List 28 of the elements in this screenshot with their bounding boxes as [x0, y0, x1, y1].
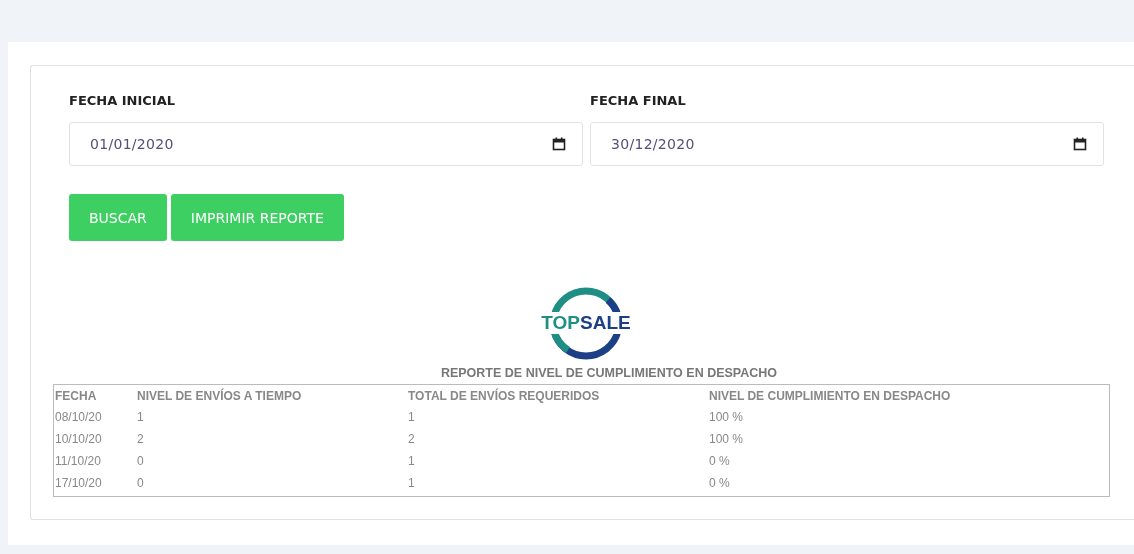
table-cell-text: 10/10/20 [54, 431, 103, 448]
table-cell-text: 1 [407, 475, 416, 492]
table-cell-text: 1 [407, 409, 416, 426]
table-cell-text: 0 % [708, 475, 731, 492]
table-cell-text: 08/10/20 [54, 409, 103, 426]
field-label: FECHA FINAL [590, 93, 687, 109]
table-cell-text: 100 % [708, 409, 745, 426]
table-cell-text: 1 [407, 453, 416, 470]
column-header: NIVEL DE ENVÍOS A TIEMPO [136, 387, 303, 405]
table-cell-text: 2 [136, 431, 145, 448]
date-field[interactable]: 30/12/2020 [590, 122, 1104, 166]
table-cell-text: 0 % [708, 453, 731, 470]
table-cell-text: 17/10/20 [54, 475, 103, 492]
table-cell-text: 0 [136, 475, 145, 492]
date-field[interactable]: 01/01/2020 [69, 122, 583, 166]
calendar-icon[interactable] [552, 137, 566, 151]
table-cell-text: 2 [407, 431, 416, 448]
logo-text: TOPSALE [539, 312, 633, 334]
report-title: REPORTE DE NIVEL DE CUMPLIMIENTO EN DESPACHO [439, 366, 779, 380]
column-header: TOTAL DE ENVÍOS REQUERIDOS [407, 387, 601, 405]
table-cell-text: 11/10/20 [54, 453, 102, 470]
calendar-icon[interactable] [1073, 137, 1087, 151]
table-cell-text: 0 [136, 453, 145, 470]
field-label: FECHA INICIAL [69, 93, 177, 109]
table-cell-text: 1 [136, 409, 145, 426]
column-header: FECHA [54, 387, 98, 405]
table-cell-text: 100 % [708, 431, 745, 448]
column-header: NIVEL DE CUMPLIMIENTO EN DESPACHO [708, 387, 952, 405]
